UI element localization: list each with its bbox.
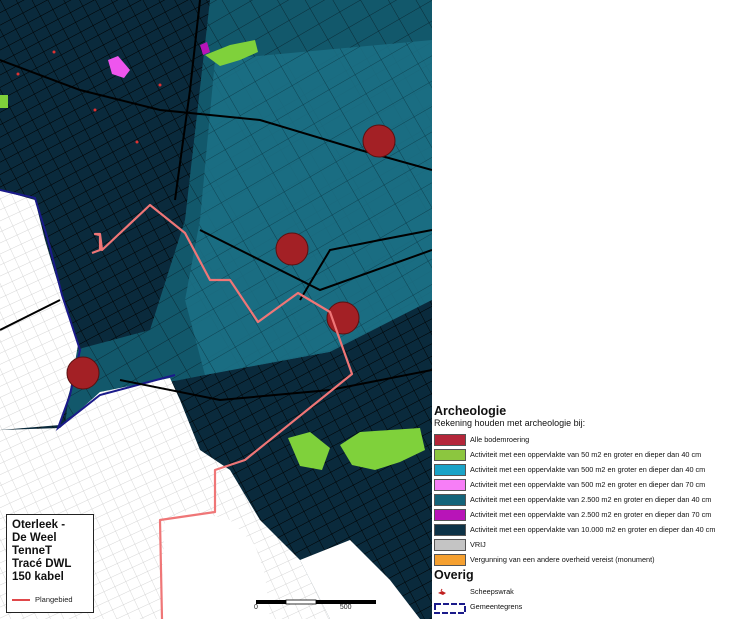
legend-item: Activiteit met een oppervlakte van 2.500… bbox=[434, 507, 746, 522]
route-legend: Plangebied bbox=[12, 595, 73, 604]
legend-item: Alle bodemroering bbox=[434, 432, 746, 447]
legend-label: Activiteit met een oppervlakte van 2.500… bbox=[470, 495, 712, 504]
legend-label: VRIJ bbox=[470, 540, 486, 549]
legend-items: Alle bodemroering Activiteit met een opp… bbox=[434, 432, 746, 567]
legend-item: Activiteit met een oppervlakte van 2.500… bbox=[434, 492, 746, 507]
legend-swatch bbox=[434, 448, 466, 461]
legend-label: Activiteit met een oppervlakte van 500 m… bbox=[470, 480, 706, 489]
legend-swatch bbox=[434, 433, 466, 446]
title-line-3: TenneT bbox=[12, 545, 53, 557]
legend-swatch bbox=[434, 463, 466, 476]
legend-label: Activiteit met een oppervlakte van 2.500… bbox=[470, 510, 712, 519]
scale-labels: 0 500 bbox=[254, 604, 352, 611]
legend-swatch bbox=[434, 553, 466, 566]
legend-label: Gemeentegrens bbox=[470, 602, 523, 611]
legend-label: Activiteit met een oppervlakte van 10.00… bbox=[470, 525, 716, 534]
legend-label: Activiteit met een oppervlakte van 50 m2… bbox=[470, 450, 702, 459]
title-line-5: 150 kabel bbox=[12, 571, 64, 583]
legend-label: Alle bodemroering bbox=[470, 435, 530, 444]
title-line-4: Tracé DWL bbox=[12, 558, 72, 570]
legend-swatch bbox=[434, 508, 466, 521]
route-legend-line bbox=[12, 598, 30, 601]
map-view[interactable]: 0 500 Oterleek - De Weel TenneT Tracé DW… bbox=[0, 0, 432, 619]
legend-swatch bbox=[434, 478, 466, 491]
legend-item: Activiteit met een oppervlakte van 10.00… bbox=[434, 522, 746, 537]
legend-other-title: Overig bbox=[434, 568, 474, 582]
legend-label: Scheepswrak bbox=[470, 587, 514, 596]
legend-item: Vergunning van een andere overheid verei… bbox=[434, 552, 746, 567]
legend-item: Activiteit met een oppervlakte van 500 m… bbox=[434, 477, 746, 492]
legend-subtitle: Rekening houden met archeologie bij: bbox=[434, 418, 586, 428]
scale-label-start: 0 bbox=[254, 604, 258, 611]
legend-swatch bbox=[434, 538, 466, 551]
legend-item: Activiteit met een oppervlakte van 500 m… bbox=[434, 462, 746, 477]
legend-label: Vergunning van een andere overheid verei… bbox=[470, 555, 655, 564]
shipwreck-icon bbox=[434, 586, 466, 598]
legend-label: Activiteit met een oppervlakte van 500 m… bbox=[470, 465, 706, 474]
title-line-1: Oterleek - bbox=[12, 519, 66, 531]
legend-item: Activiteit met een oppervlakte van 50 m2… bbox=[434, 447, 746, 462]
legend-item-boundary: Gemeentegrens bbox=[434, 599, 746, 614]
route-legend-label: Plangebied bbox=[35, 595, 73, 604]
scale-label-end: 500 bbox=[339, 604, 352, 611]
legend-item-shipwreck: Scheepswrak bbox=[434, 584, 746, 599]
legend-swatch bbox=[434, 523, 466, 536]
map-title-box: Oterleek - De Weel TenneT Tracé DWL 150 … bbox=[6, 514, 94, 613]
map-legend: Archeologie Rekening houden met archeolo… bbox=[434, 404, 746, 619]
legend-title: Archeologie bbox=[434, 404, 507, 418]
legend-item: VRIJ bbox=[434, 537, 746, 552]
legend-swatch bbox=[434, 493, 466, 506]
municipal-boundary-icon bbox=[434, 601, 466, 614]
title-line-2: De Weel bbox=[12, 532, 57, 544]
